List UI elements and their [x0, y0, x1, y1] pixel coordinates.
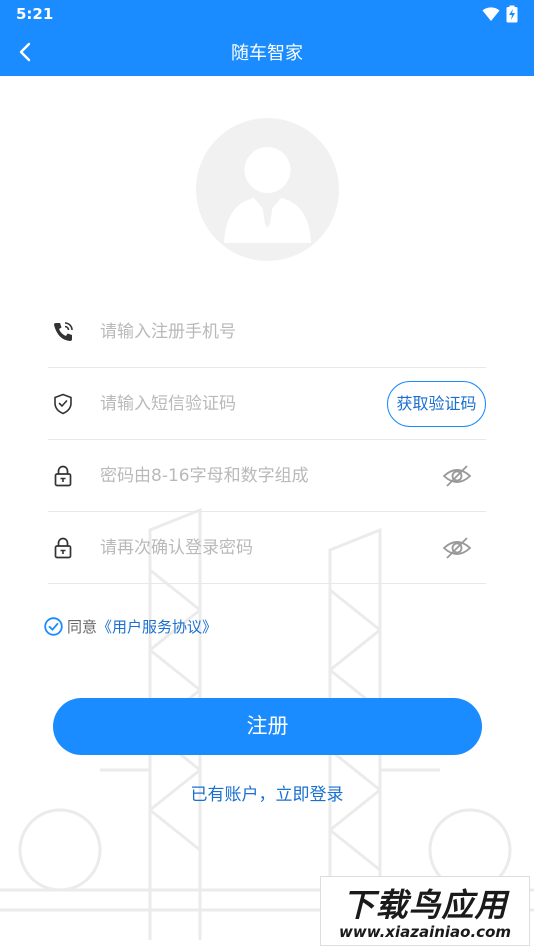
- user-agreement-link[interactable]: 《用户服务协议》: [97, 616, 217, 637]
- user-avatar-icon: [224, 147, 311, 243]
- register-form: 获取验证码: [48, 296, 486, 584]
- eye-off-icon[interactable]: [442, 462, 472, 490]
- status-icons: [482, 5, 518, 23]
- avatar[interactable]: [196, 118, 339, 261]
- login-link[interactable]: 已有账户，立即登录: [0, 780, 534, 805]
- phone-icon: [54, 322, 73, 341]
- lock-icon: [54, 537, 72, 559]
- status-time: 5:21: [16, 5, 54, 23]
- watermark-logo: 下载鸟应用 www.xiazainiao.com: [320, 876, 530, 946]
- shield-check-icon: [54, 393, 72, 415]
- check-circle-icon[interactable]: [44, 617, 63, 636]
- app-bar: 随车智家: [0, 28, 534, 76]
- confirm-password-input[interactable]: [100, 533, 400, 563]
- confirm-password-row: [48, 512, 486, 584]
- agreement: 同意 《用户服务协议》: [44, 616, 217, 637]
- eye-off-icon[interactable]: [442, 534, 472, 562]
- watermark-url: www.xiazainiao.com: [338, 923, 512, 941]
- password-input[interactable]: [100, 461, 400, 491]
- get-code-button[interactable]: 获取验证码: [387, 381, 486, 427]
- battery-charging-icon: [506, 5, 518, 23]
- wifi-icon: [482, 7, 500, 21]
- lock-icon: [54, 465, 72, 487]
- status-bar: 5:21: [0, 0, 534, 28]
- phone-input[interactable]: [100, 317, 400, 347]
- register-button[interactable]: 注册: [53, 698, 482, 755]
- page-title: 随车智家: [231, 43, 303, 64]
- agreement-prefix: 同意: [67, 618, 98, 636]
- phone-row: [48, 296, 486, 368]
- sms-code-row: 获取验证码: [48, 368, 486, 440]
- sms-code-input[interactable]: [100, 389, 400, 419]
- password-row: [48, 440, 486, 512]
- watermark-title: 下载鸟应用: [342, 886, 508, 924]
